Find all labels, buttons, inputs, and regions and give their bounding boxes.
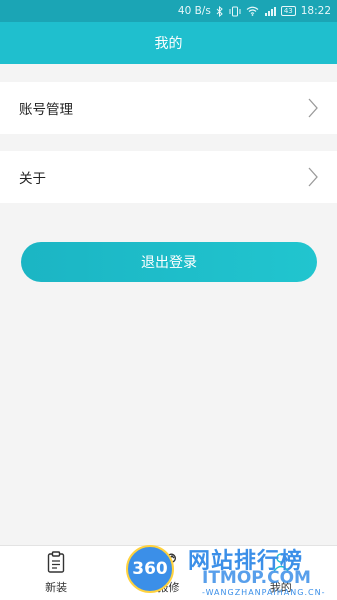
- logout-button[interactable]: 退出登录: [21, 242, 317, 282]
- bottom-tab-bar: 新装 报修 我的: [0, 545, 337, 600]
- tab-label: 我的: [269, 581, 292, 594]
- vibrate-icon: [229, 6, 241, 17]
- signal-icon: [264, 6, 276, 16]
- tab-repair[interactable]: 报修: [112, 546, 224, 600]
- app-bar: 我的: [0, 22, 337, 64]
- battery-indicator: 43: [280, 6, 296, 16]
- tab-label: 报修: [157, 581, 180, 594]
- menu-item-account-management[interactable]: 账号管理: [0, 82, 337, 134]
- wrench-icon: [159, 551, 177, 576]
- chevron-right-icon: [307, 167, 319, 187]
- network-speed: 40 B/s: [177, 5, 211, 17]
- user-icon: [272, 551, 290, 576]
- status-bar: 40 B/s 43 18:22: [0, 0, 337, 22]
- clipboard-icon: [47, 551, 65, 576]
- menu-item-label: 关于: [19, 171, 46, 187]
- clock: 18:22: [300, 5, 331, 17]
- wifi-icon: [246, 6, 259, 16]
- bluetooth-icon: [216, 5, 224, 17]
- page-title: 我的: [154, 36, 183, 52]
- menu-item-about[interactable]: 关于: [0, 151, 337, 203]
- tab-new-install[interactable]: 新装: [0, 546, 112, 600]
- tab-label: 新装: [45, 581, 68, 594]
- tab-mine[interactable]: 我的: [225, 546, 337, 600]
- chevron-right-icon: [307, 98, 319, 118]
- menu-item-label: 账号管理: [19, 102, 73, 118]
